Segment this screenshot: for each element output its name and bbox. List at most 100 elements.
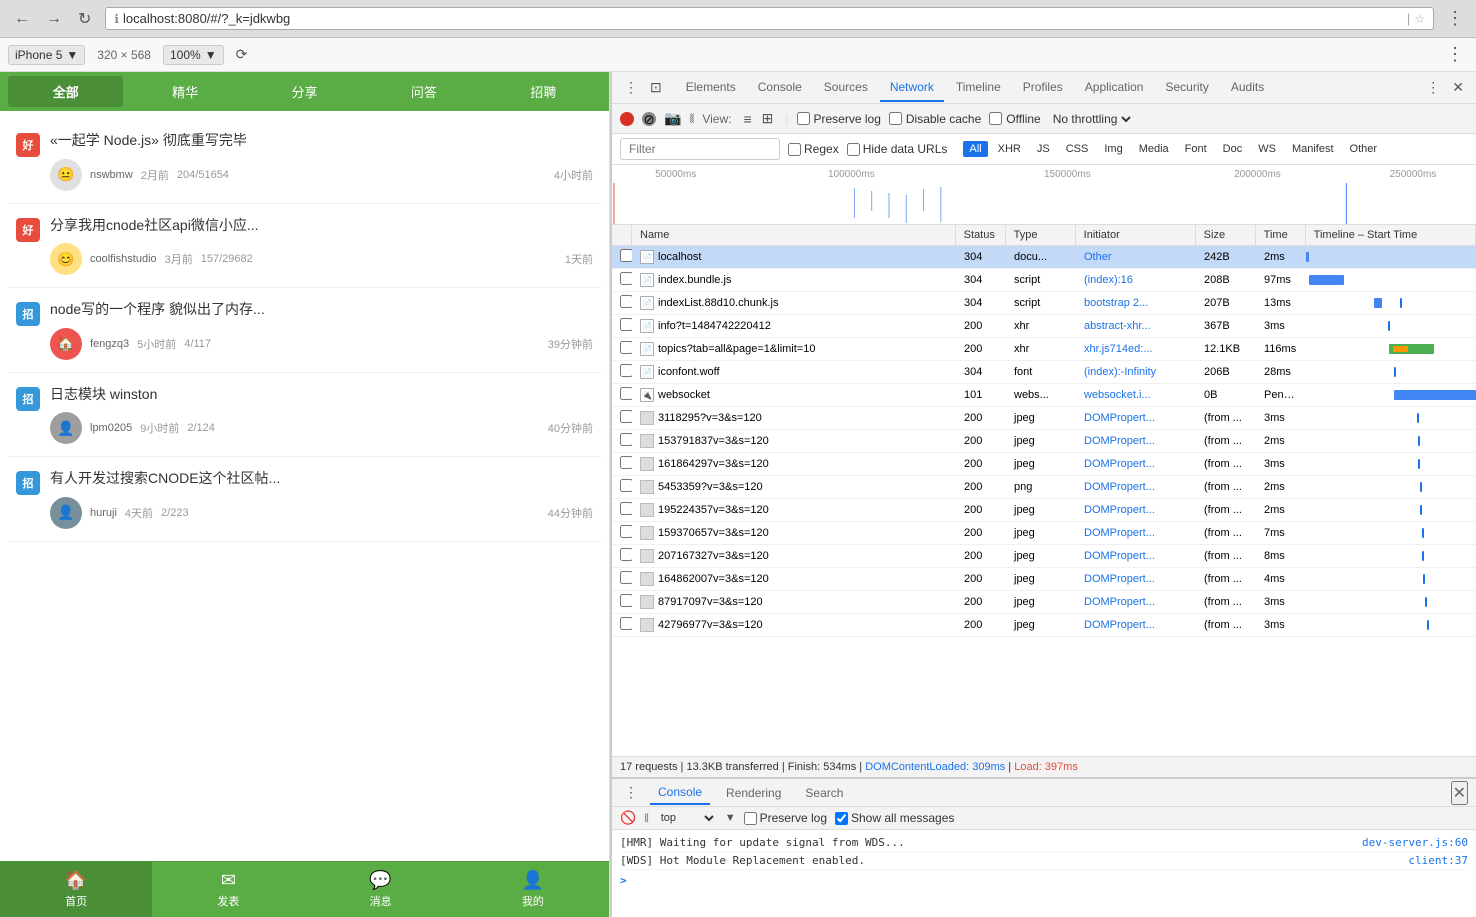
table-row[interactable]: 5453359?v=3&s=120 200 png DOMPropert... …	[612, 476, 1476, 499]
table-row[interactable]: 📄topics?tab=all&page=1&limit=10 200 xhr …	[612, 338, 1476, 361]
list-item[interactable]: 招 日志模块 winston 👤 lpm0205 9小时前 2/124 40分钟…	[8, 373, 601, 458]
chrome-menu-button[interactable]: ⋮	[1442, 6, 1468, 31]
table-row[interactable]: 164862007v=3&s=120 200 jpeg DOMPropert..…	[612, 568, 1476, 591]
col-type[interactable]: Type	[1006, 225, 1076, 245]
table-row[interactable]: 📄info?t=1484742220412 200 xhr abstract-x…	[612, 315, 1476, 338]
screenshot-button[interactable]: 📷	[664, 110, 681, 127]
tab-security[interactable]: Security	[1155, 74, 1218, 102]
table-row[interactable]: 161864297v=3&s=120 200 jpeg DOMPropert..…	[612, 453, 1476, 476]
bottom-nav-home[interactable]: 🏠 首页	[0, 862, 152, 917]
row-checkbox[interactable]	[620, 456, 632, 469]
stop-button[interactable]: ⊘	[642, 112, 656, 126]
table-row[interactable]: 📄indexList.88d10.chunk.js 304 script boo…	[612, 292, 1476, 315]
offline-checkbox[interactable]	[989, 112, 1002, 125]
filter-manifest[interactable]: Manifest	[1286, 141, 1340, 157]
row-checkbox[interactable]	[620, 410, 632, 423]
filter-button[interactable]: ⧛	[689, 110, 694, 127]
col-name[interactable]: Name	[632, 225, 956, 245]
row-checkbox[interactable]	[620, 617, 632, 630]
devtools-menu-button[interactable]: ⋮	[620, 77, 642, 98]
tab-qa[interactable]: 问答	[366, 76, 481, 107]
console-prompt[interactable]: >	[620, 874, 1468, 887]
row-checkbox[interactable]	[620, 249, 632, 262]
table-row[interactable]: 🔌websocket 101 webs... websocket.i... 0B…	[612, 384, 1476, 407]
list-item[interactable]: 好 分享我用cnode社区api微信小应... 😊 coolfishstudio…	[8, 204, 601, 289]
preserve-log-checkbox[interactable]	[797, 112, 810, 125]
devtools-undock-button[interactable]: ⊡	[646, 77, 666, 98]
tab-application[interactable]: Application	[1075, 74, 1154, 102]
forward-button[interactable]: →	[40, 7, 68, 31]
col-timeline[interactable]: Timeline – Start Time 1.00s▲	[1306, 225, 1476, 245]
table-row[interactable]: 3118295?v=3&s=120 200 jpeg DOMPropert...…	[612, 407, 1476, 430]
grid-view-button[interactable]: ⊞	[758, 108, 778, 129]
table-row[interactable]: 159370657v=3&s=120 200 jpeg DOMPropert..…	[612, 522, 1476, 545]
bookmark-icon[interactable]: ☆	[1414, 12, 1425, 26]
tab-all[interactable]: 全部	[8, 76, 123, 107]
table-row[interactable]: 153791837v=3&s=120 200 jpeg DOMPropert..…	[612, 430, 1476, 453]
hide-data-urls-checkbox[interactable]	[847, 143, 860, 156]
record-button[interactable]	[620, 112, 634, 126]
col-status[interactable]: Status	[956, 225, 1006, 245]
table-row[interactable]: 📄localhost 304 docu... Other 242B 2ms	[612, 246, 1476, 269]
devtools-settings-button[interactable]: ⋮	[1422, 77, 1444, 98]
col-size[interactable]: Size	[1196, 225, 1256, 245]
table-row[interactable]: 207167327v=3&s=120 200 jpeg DOMPropert..…	[612, 545, 1476, 568]
row-checkbox[interactable]	[620, 387, 632, 400]
filter-xhr[interactable]: XHR	[992, 141, 1027, 157]
zoom-select[interactable]: 100% ▼	[163, 45, 224, 65]
table-row[interactable]: 87917097v=3&s=120 200 jpeg DOMPropert...…	[612, 591, 1476, 614]
row-checkbox[interactable]	[620, 479, 632, 492]
devtools-close-button[interactable]: ✕	[1448, 77, 1468, 98]
show-all-messages-checkbox[interactable]	[835, 812, 848, 825]
tab-console[interactable]: Console	[748, 74, 812, 102]
tab-sources[interactable]: Sources	[814, 74, 878, 102]
tab-rendering[interactable]: Rendering	[718, 782, 789, 804]
more-button[interactable]: ⋮	[1442, 42, 1468, 67]
filter-img[interactable]: Img	[1098, 141, 1128, 157]
tab-network[interactable]: Network	[880, 74, 944, 102]
list-view-button[interactable]: ≡	[739, 108, 755, 129]
preserve-log-console-checkbox[interactable]	[744, 812, 757, 825]
console-filter-button[interactable]: ⧛	[644, 810, 649, 826]
filter-js[interactable]: JS	[1031, 141, 1056, 157]
tab-timeline[interactable]: Timeline	[946, 74, 1011, 102]
col-time[interactable]: Time	[1256, 225, 1306, 245]
row-checkbox[interactable]	[620, 594, 632, 607]
filter-doc[interactable]: Doc	[1217, 141, 1249, 157]
tab-console-active[interactable]: Console	[650, 781, 710, 805]
bottom-nav-profile[interactable]: 👤 我的	[457, 862, 609, 917]
tab-featured[interactable]: 精华	[127, 76, 242, 107]
row-checkbox[interactable]	[620, 433, 632, 446]
bottom-nav-post[interactable]: ✉ 发表	[152, 862, 304, 917]
filter-media[interactable]: Media	[1133, 141, 1175, 157]
filter-font[interactable]: Font	[1179, 141, 1213, 157]
row-checkbox[interactable]	[620, 571, 632, 584]
list-item[interactable]: 招 有人开发过搜索CNODE这个社区帖... 👤 huruji 4天前 2/22…	[8, 457, 601, 542]
row-checkbox[interactable]	[620, 548, 632, 561]
tab-audits[interactable]: Audits	[1221, 74, 1274, 102]
tab-jobs[interactable]: 招聘	[486, 76, 601, 107]
tab-share[interactable]: 分享	[247, 76, 362, 107]
row-checkbox[interactable]	[620, 341, 632, 354]
table-row[interactable]: 42796977v=3&s=120 200 jpeg DOMPropert...…	[612, 614, 1476, 637]
console-clear-button[interactable]: 🚫	[620, 810, 636, 826]
filter-input[interactable]	[620, 138, 780, 160]
refresh-button[interactable]: ↻	[72, 7, 97, 31]
console-menu-button[interactable]: ⋮	[620, 782, 642, 803]
tab-search[interactable]: Search	[797, 782, 851, 804]
device-select[interactable]: iPhone 5 ▼	[8, 45, 85, 65]
tab-elements[interactable]: Elements	[676, 74, 746, 102]
throttle-select[interactable]: No throttling Fast 3G Slow 3G Offline	[1049, 111, 1134, 127]
console-source-1[interactable]: dev-server.js:60	[1362, 836, 1468, 849]
console-close-button[interactable]: ✕	[1451, 781, 1468, 805]
row-checkbox[interactable]	[620, 272, 632, 285]
row-checkbox[interactable]	[620, 525, 632, 538]
address-bar[interactable]: ℹ localhost:8080/#/?_k=jdkwbg | ☆	[105, 7, 1434, 30]
row-checkbox[interactable]	[620, 364, 632, 377]
list-item[interactable]: 好 «一起学 Node.js» 彻底重写完毕 😐 nswbmw 2月前 204/…	[8, 119, 601, 204]
bottom-nav-messages[interactable]: 💬 消息	[305, 862, 457, 917]
row-checkbox[interactable]	[620, 318, 632, 331]
col-initiator[interactable]: Initiator	[1076, 225, 1196, 245]
back-button[interactable]: ←	[8, 7, 36, 31]
filter-other[interactable]: Other	[1344, 141, 1384, 157]
